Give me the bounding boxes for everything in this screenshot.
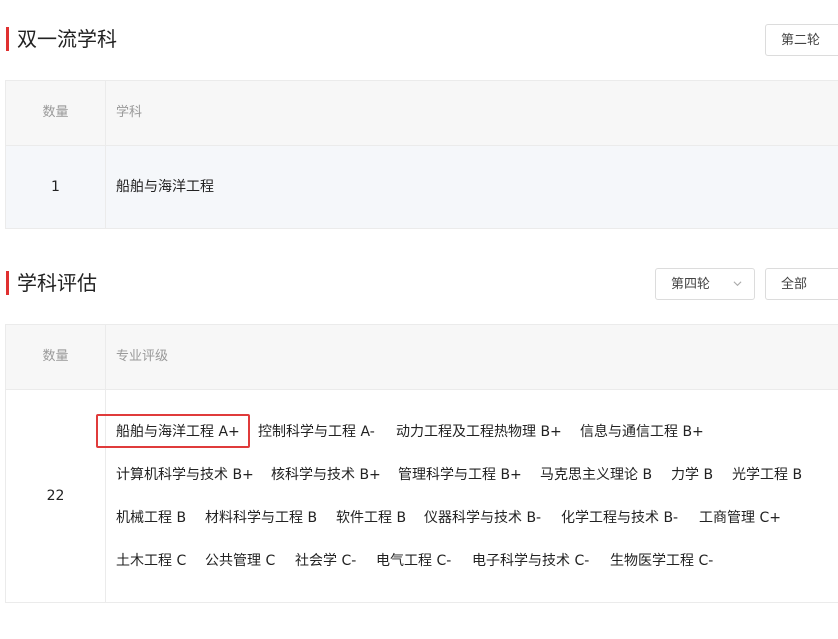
header-count: 数量 — [6, 81, 106, 145]
subject-tag[interactable]: 力学 B — [671, 465, 713, 485]
subject-tag[interactable]: 机械工程 B — [116, 508, 186, 528]
table-header: 数量 专业评级 — [6, 325, 838, 390]
subject-tag[interactable]: 生物医学工程 C- — [610, 551, 713, 571]
subject-tag[interactable]: 动力工程及工程热物理 B+ — [396, 422, 562, 442]
row-count: 1 — [6, 146, 106, 228]
header-subject: 学科 — [116, 105, 143, 120]
subject-tag[interactable]: 工商管理 C+ — [699, 508, 781, 528]
subject-tag[interactable]: 社会学 C- — [295, 551, 356, 571]
subject-tag[interactable]: 仪器科学与技术 B- — [424, 508, 541, 528]
table-header: 数量 学科 — [6, 81, 838, 146]
subject-tag[interactable]: 计算机科学与技术 B+ — [116, 465, 254, 485]
round-select-eval[interactable]: 第四轮 — [655, 268, 755, 300]
evaluation-table: 数量 专业评级 22 船舶与海洋工程 A+ 控制科学与工程 A- 动力工程及工程… — [5, 324, 838, 603]
subject-tag[interactable]: 管理科学与工程 B+ — [398, 465, 522, 485]
header-grade: 专业评级 — [116, 349, 169, 364]
subject-tag[interactable]: 土木工程 C — [116, 551, 186, 571]
subject-tag[interactable]: 光学工程 B — [732, 465, 802, 485]
subject-tag[interactable]: 电气工程 C- — [376, 551, 451, 571]
double-first-class-title: 双一流学科 — [6, 26, 117, 52]
subject-tag[interactable]: 信息与通信工程 B+ — [580, 422, 704, 442]
title-accent-bar — [6, 271, 9, 295]
row-subject: 船舶与海洋工程 — [116, 179, 214, 195]
filter-select-eval-value: 全部 — [781, 277, 808, 292]
highlight-box — [96, 414, 250, 448]
table-row: 1 船舶与海洋工程 — [6, 146, 838, 228]
double-first-class-table: 数量 学科 1 船舶与海洋工程 — [5, 80, 838, 229]
header-count: 数量 — [6, 325, 106, 389]
subject-tag[interactable]: 公共管理 C — [205, 551, 275, 571]
double-first-class-title-text: 双一流学科 — [17, 27, 117, 51]
subject-tag[interactable]: 软件工程 B — [336, 508, 406, 528]
subject-tag[interactable]: 材料科学与工程 B — [205, 508, 317, 528]
round-select-dfc-value: 第二轮 — [781, 33, 821, 48]
row-count: 22 — [6, 390, 106, 602]
round-select-eval-value: 第四轮 — [671, 277, 711, 292]
subject-tag[interactable]: 电子科学与技术 C- — [472, 551, 589, 571]
chevron-down-icon — [733, 281, 742, 287]
filter-select-eval[interactable]: 全部 — [765, 268, 838, 300]
round-select-dfc[interactable]: 第二轮 — [765, 24, 838, 56]
title-accent-bar — [6, 27, 9, 51]
subject-tag[interactable]: 化学工程与技术 B- — [561, 508, 678, 528]
subject-tag[interactable]: 核科学与技术 B+ — [271, 465, 381, 485]
evaluation-title-text: 学科评估 — [17, 271, 97, 295]
subject-tag[interactable]: 控制科学与工程 A- — [258, 422, 375, 442]
evaluation-title: 学科评估 — [6, 270, 97, 296]
subject-tag[interactable]: 马克思主义理论 B — [540, 465, 652, 485]
